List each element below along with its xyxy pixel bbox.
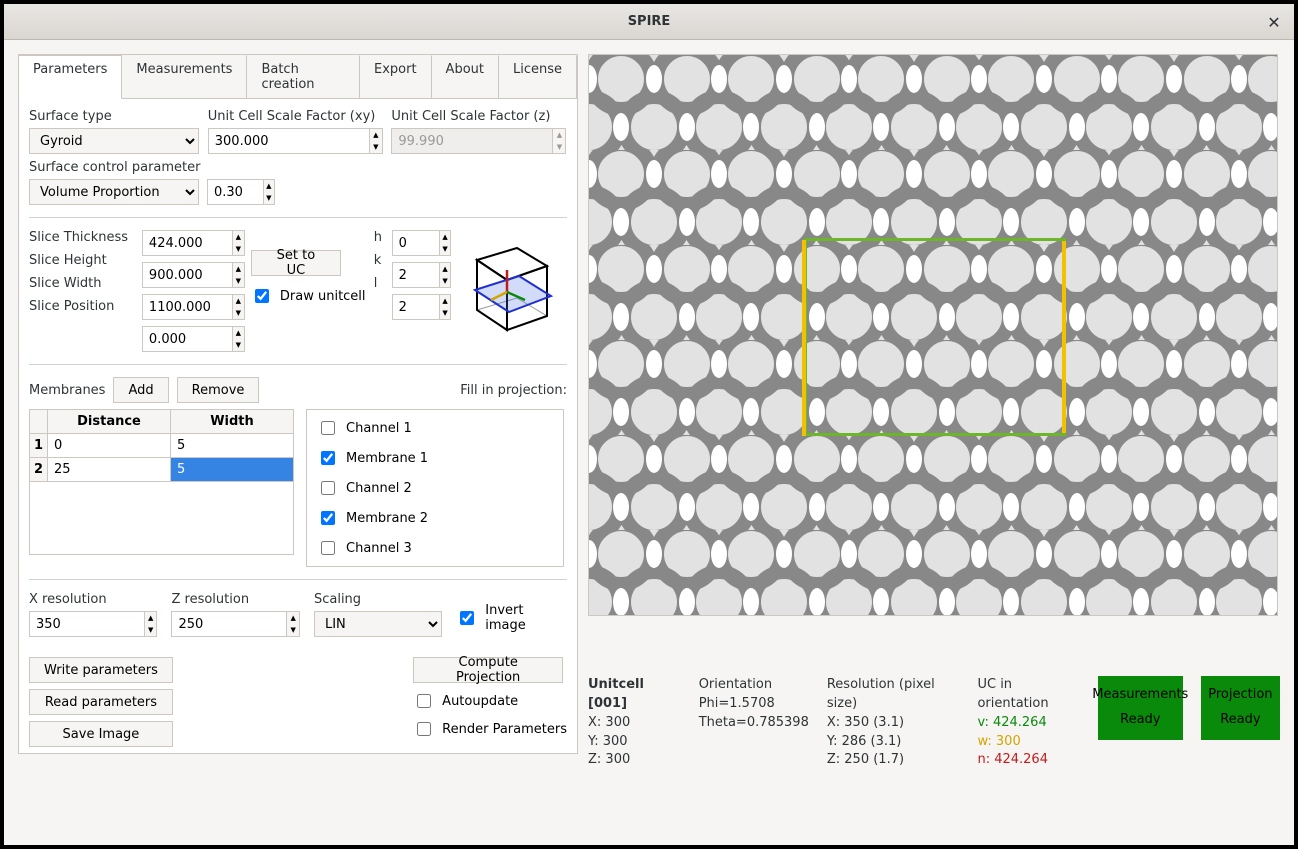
unitcell-title: Unitcell [001] — [588, 676, 681, 714]
slice-position-input[interactable]: ▲▼ — [142, 326, 245, 352]
fill-projection-label: Fill in projection: — [460, 383, 567, 398]
scaling-select[interactable]: LIN — [314, 611, 442, 637]
tab-bar: Parameters Measurements Batch creation E… — [19, 55, 577, 99]
tab-export[interactable]: Export — [360, 55, 432, 98]
slice-thickness-input[interactable]: ▲▼ — [142, 230, 245, 256]
window-title: SPIRE — [628, 14, 671, 29]
unitcell-cube-icon — [457, 230, 567, 340]
miller-l-label: l — [374, 276, 386, 291]
slice-height-label: Slice Height — [29, 253, 136, 268]
save-image-button[interactable]: Save Image — [29, 721, 173, 747]
draw-unitcell-checkbox[interactable] — [255, 289, 269, 303]
channel3-checkbox[interactable] — [321, 541, 335, 555]
membrane1-checkbox[interactable] — [321, 451, 335, 465]
x-res-label: X resolution — [29, 592, 157, 607]
projection-preview — [588, 54, 1278, 616]
remove-membrane-button[interactable]: Remove — [177, 377, 260, 403]
unitcell-box-yellow — [804, 241, 1066, 433]
tab-about[interactable]: About — [432, 55, 499, 98]
miller-k-label: k — [374, 253, 386, 268]
tab-batch[interactable]: Batch creation — [247, 55, 360, 98]
uc-z-label: Unit Cell Scale Factor (z) — [391, 109, 567, 124]
z-res-label: Z resolution — [171, 592, 299, 607]
x-res-input[interactable]: ▲▼ — [29, 611, 157, 637]
status-bar: Unitcell [001] X: 300 Y: 300 Z: 300 Orie… — [588, 676, 1280, 770]
channel1-checkbox[interactable] — [321, 421, 335, 435]
miller-h-label: h — [374, 230, 386, 245]
membranes-table[interactable]: Distance Width 1 0 5 2 25 — [29, 409, 294, 555]
surface-type-select[interactable]: Gyroid — [29, 128, 199, 154]
app-window: SPIRE ✕ Parameters Measurements Batch cr… — [4, 4, 1294, 845]
z-res-input[interactable]: ▲▼ — [171, 611, 299, 637]
chevron-up-icon[interactable]: ▲ — [370, 129, 382, 141]
set-to-uc-button[interactable]: Set to UC — [251, 250, 341, 276]
col-width: Width — [171, 410, 293, 433]
uc-z-input: ▲▼ — [391, 128, 566, 154]
col-distance: Distance — [48, 410, 171, 433]
measurements-status: Measurements Ready — [1098, 676, 1183, 740]
table-row[interactable]: 2 25 5 — [30, 458, 293, 482]
titlebar: SPIRE ✕ — [4, 4, 1294, 40]
render-parameters-checkbox[interactable] — [417, 722, 431, 736]
scaling-label: Scaling — [314, 592, 442, 607]
parameter-panel: Parameters Measurements Batch creation E… — [18, 54, 578, 754]
tab-measurements[interactable]: Measurements — [122, 55, 247, 98]
uc-orientation-title: UC in orientation — [977, 676, 1079, 714]
miller-h-input[interactable]: ▲▼ — [392, 230, 451, 256]
draw-unitcell-label: Draw unitcell — [280, 289, 366, 304]
projection-status: Projection Ready — [1201, 676, 1280, 740]
slice-height-input[interactable]: ▲▼ — [142, 262, 245, 288]
surface-type-label: Surface type — [29, 109, 200, 124]
membranes-label: Membranes — [29, 383, 105, 398]
uc-xy-input[interactable]: ▲▼ — [208, 128, 383, 154]
unitcell-edge-yellow — [802, 240, 806, 436]
uc-xy-label: Unit Cell Scale Factor (xy) — [208, 109, 384, 124]
add-membrane-button[interactable]: Add — [113, 377, 168, 403]
tab-parameters[interactable]: Parameters — [19, 55, 122, 99]
miller-l-input[interactable]: ▲▼ — [392, 294, 451, 320]
table-row[interactable]: 1 0 5 — [30, 434, 293, 458]
close-icon[interactable]: ✕ — [1264, 12, 1284, 32]
orientation-title: Orientation — [699, 676, 809, 695]
read-parameters-button[interactable]: Read parameters — [29, 689, 173, 715]
membrane2-checkbox[interactable] — [321, 511, 335, 525]
slice-position-label: Slice Position — [29, 299, 136, 314]
slice-thickness-label: Slice Thickness — [29, 230, 136, 245]
surface-ctrl-value[interactable]: ▲▼ — [207, 179, 275, 205]
chevron-down-icon[interactable]: ▼ — [370, 141, 382, 153]
fill-projection-list: Channel 1 Membrane 1 Channel 2 Membrane … — [306, 409, 564, 567]
tab-license[interactable]: License — [499, 55, 577, 98]
channel2-checkbox[interactable] — [321, 481, 335, 495]
invert-image-label: Invert image — [485, 603, 567, 633]
invert-image-checkbox[interactable] — [460, 611, 474, 625]
slice-width-label: Slice Width — [29, 276, 136, 291]
compute-projection-button[interactable]: Compute Projection — [413, 657, 563, 683]
surface-ctrl-label: Surface control parameter — [29, 160, 567, 175]
miller-k-input[interactable]: ▲▼ — [392, 262, 451, 288]
write-parameters-button[interactable]: Write parameters — [29, 657, 173, 683]
slice-width-input[interactable]: ▲▼ — [142, 294, 245, 320]
resolution-title: Resolution (pixel size) — [827, 676, 960, 714]
surface-ctrl-select[interactable]: Volume Proportion — [29, 179, 199, 205]
autoupdate-checkbox[interactable] — [417, 694, 431, 708]
